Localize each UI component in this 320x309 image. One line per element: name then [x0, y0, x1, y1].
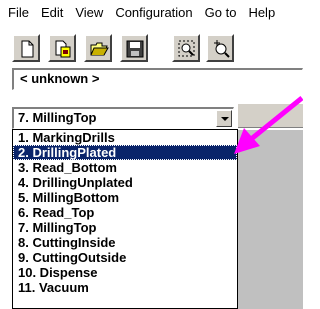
location-value: < unknown > [20, 71, 100, 86]
new-file-button[interactable] [12, 34, 40, 62]
layer-option[interactable]: 1. MarkingDrills [13, 130, 237, 145]
toolbar [0, 26, 303, 66]
new-file-icon [21, 40, 34, 58]
zoom-window-icon [178, 40, 195, 57]
menu-bar: File Edit View Configuration Go to Help [0, 0, 303, 26]
open-folder-button[interactable] [84, 34, 112, 62]
layer-option[interactable]: 10. Dispense [13, 265, 237, 280]
zoom-window-button[interactable] [172, 34, 200, 62]
new-page-icon [55, 40, 71, 58]
layer-combo-value: 7. MillingTop [18, 110, 97, 125]
layer-option[interactable]: 11. Vacuum [13, 280, 237, 295]
menu-edit[interactable]: Edit [35, 0, 69, 26]
menu-go-to[interactable]: Go to [199, 0, 243, 26]
open-folder-icon [90, 42, 109, 56]
menu-file[interactable]: File [0, 0, 35, 26]
layer-option[interactable]: 9. CuttingOutside [13, 250, 237, 265]
layer-dropdown-list: 1. MarkingDrills 2. DrillingPlated 3. Re… [12, 129, 238, 309]
menu-help[interactable]: Help [242, 0, 281, 26]
annotation-arrow-icon [234, 96, 303, 154]
layer-option[interactable]: 8. CuttingInside [13, 235, 237, 250]
layer-option-selected[interactable]: 2. DrillingPlated [13, 145, 237, 160]
menu-configuration[interactable]: Configuration [109, 0, 198, 26]
zoom-in-icon [214, 40, 230, 58]
location-combo[interactable]: < unknown > [12, 68, 303, 90]
layer-option[interactable]: 3. Read_Bottom [13, 160, 237, 175]
layer-option[interactable]: 6. Read_Top [13, 205, 237, 220]
save-button[interactable] [120, 34, 148, 62]
chevron-down-icon [221, 117, 229, 121]
layer-option[interactable]: 4. DrillingUnplated [13, 175, 237, 190]
save-disk-icon [126, 40, 144, 58]
zoom-in-button[interactable] [206, 34, 234, 62]
new-page-button[interactable] [48, 34, 76, 62]
layer-option[interactable]: 7. MillingTop [13, 220, 237, 235]
menu-view[interactable]: View [69, 0, 109, 26]
layer-option[interactable]: 5. MillingBottom [13, 190, 237, 205]
layer-combo-dropdown-button[interactable] [216, 110, 232, 127]
layer-combo[interactable]: 7. MillingTop [12, 107, 234, 129]
